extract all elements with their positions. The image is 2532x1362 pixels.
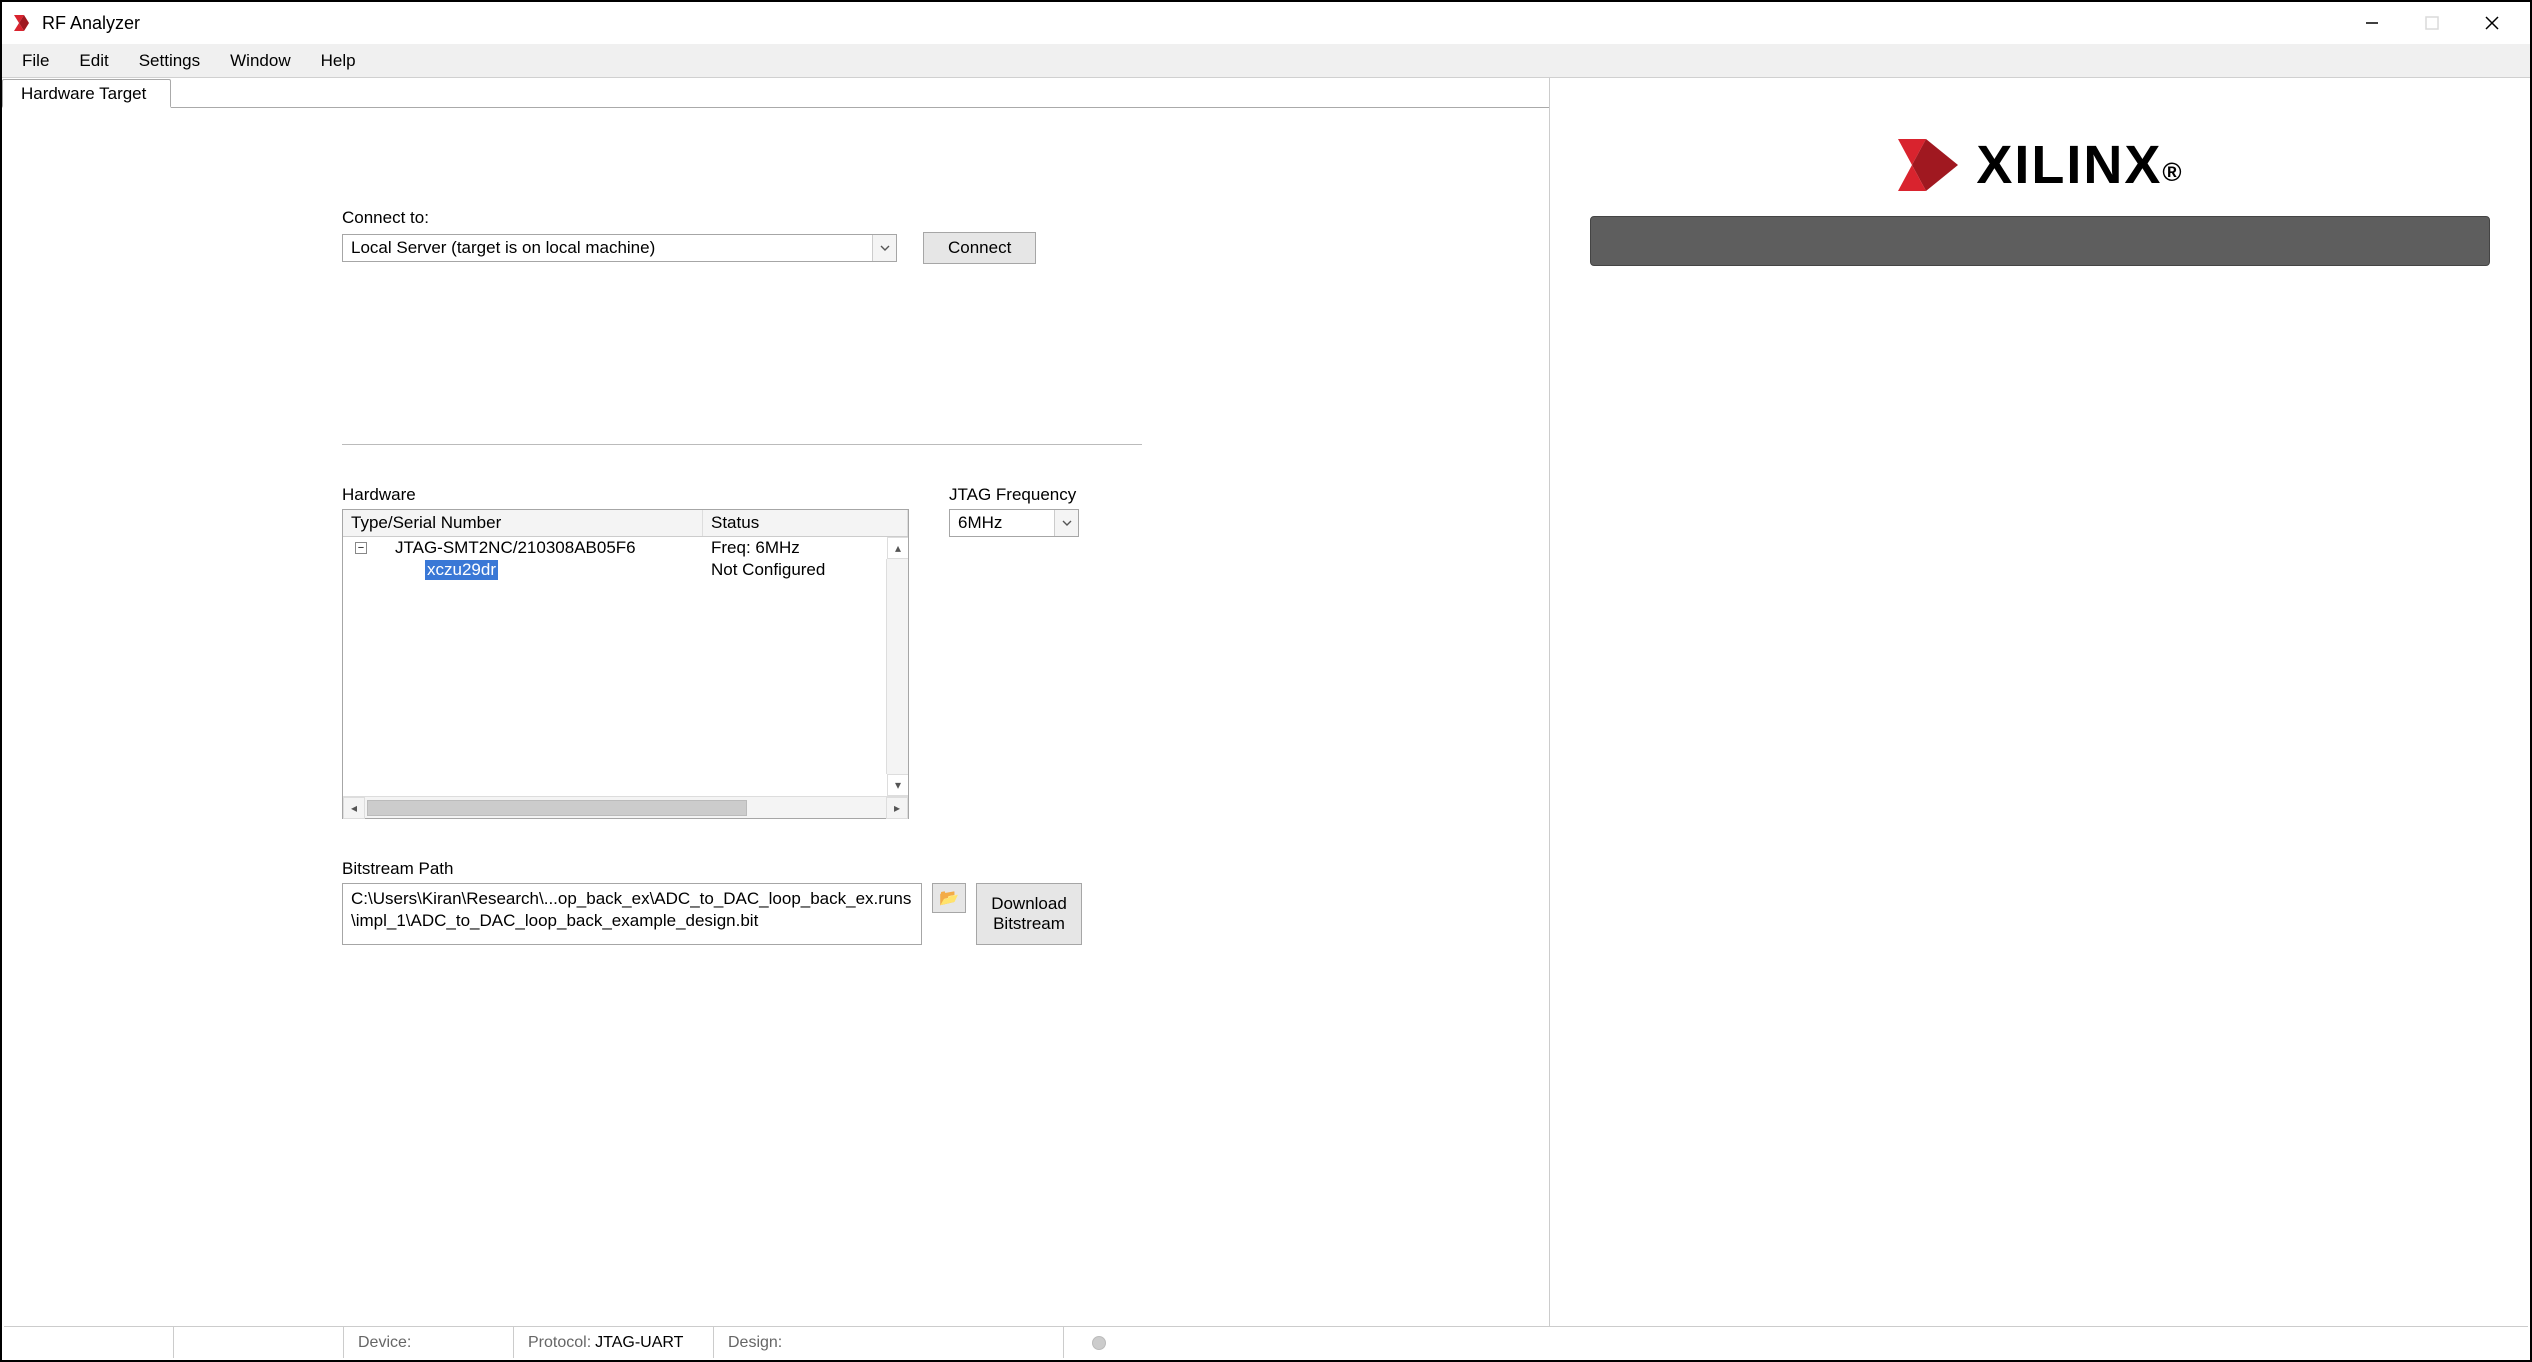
hardware-col-type[interactable]: Type/Serial Number bbox=[343, 510, 703, 536]
menu-edit[interactable]: Edit bbox=[65, 47, 122, 75]
vertical-scrollbar[interactable]: ▴ ▾ bbox=[886, 559, 908, 774]
scroll-down-icon[interactable]: ▾ bbox=[887, 774, 908, 796]
left-pane: Hardware Target Connect to: Local Server… bbox=[2, 78, 1550, 1328]
menu-settings[interactable]: Settings bbox=[125, 47, 214, 75]
menu-file[interactable]: File bbox=[8, 47, 63, 75]
connect-button[interactable]: Connect bbox=[923, 232, 1036, 264]
status-empty-1 bbox=[4, 1327, 174, 1358]
scroll-thumb[interactable] bbox=[367, 800, 747, 816]
menu-bar: File Edit Settings Window Help bbox=[2, 44, 2530, 78]
close-button[interactable] bbox=[2462, 2, 2522, 44]
scroll-left-icon[interactable]: ◂ bbox=[343, 797, 365, 819]
status-protocol: Protocol: JTAG-UART bbox=[514, 1327, 714, 1358]
jtag-value: 6MHz bbox=[958, 513, 1002, 533]
status-design: Design: bbox=[714, 1327, 1064, 1358]
separator bbox=[342, 444, 1142, 445]
minimize-button[interactable] bbox=[2342, 2, 2402, 44]
download-bitstream-button[interactable]: Download Bitstream bbox=[976, 883, 1082, 945]
tab-hardware-target[interactable]: Hardware Target bbox=[2, 79, 171, 108]
status-banner bbox=[1590, 216, 2490, 266]
chevron-down-icon bbox=[872, 235, 896, 261]
tree-collapse-icon[interactable]: − bbox=[355, 542, 367, 554]
browse-button[interactable]: 📂 bbox=[932, 883, 966, 913]
connect-select-value: Local Server (target is on local machine… bbox=[351, 238, 655, 258]
chevron-down-icon bbox=[1054, 510, 1078, 536]
connect-select[interactable]: Local Server (target is on local machine… bbox=[342, 234, 897, 262]
status-empty-2 bbox=[174, 1327, 344, 1358]
status-dot-icon bbox=[1092, 1336, 1106, 1350]
hardware-table[interactable]: Type/Serial Number Status − JTAG-SMT2NC/… bbox=[342, 509, 909, 819]
right-pane: XILINX® bbox=[1550, 78, 2530, 1328]
hw-row1-status: Not Configured bbox=[703, 559, 908, 581]
jtag-label: JTAG Frequency bbox=[949, 485, 1079, 505]
menu-help[interactable]: Help bbox=[307, 47, 370, 75]
status-indicator-cell bbox=[1064, 1327, 2528, 1358]
table-row[interactable]: xczu29dr Not Configured bbox=[343, 559, 908, 581]
bitstream-path-field[interactable]: C:\Users\Kiran\Research\...op_back_ex\AD… bbox=[342, 883, 922, 945]
status-device: Device: bbox=[344, 1327, 514, 1358]
tab-strip: Hardware Target bbox=[2, 78, 1549, 108]
title-bar: RF Analyzer bbox=[2, 2, 2530, 44]
horizontal-scrollbar[interactable]: ◂ ▸ bbox=[343, 796, 908, 818]
maximize-button[interactable] bbox=[2402, 2, 2462, 44]
brand-name: XILINX bbox=[1976, 135, 2162, 195]
jtag-frequency-select[interactable]: 6MHz bbox=[949, 509, 1079, 537]
hw-row0-status: Freq: 6MHz bbox=[703, 537, 908, 559]
folder-open-icon: 📂 bbox=[939, 888, 959, 908]
hardware-col-status[interactable]: Status bbox=[703, 510, 908, 536]
app-icon bbox=[10, 11, 34, 35]
download-l2: Bitstream bbox=[993, 914, 1065, 934]
hw-row1-type: xczu29dr bbox=[425, 560, 498, 580]
window-title: RF Analyzer bbox=[42, 13, 140, 34]
menu-window[interactable]: Window bbox=[216, 47, 304, 75]
bitstream-label: Bitstream Path bbox=[342, 859, 1209, 879]
scroll-up-icon[interactable]: ▴ bbox=[887, 537, 908, 559]
status-bar: Device: Protocol: JTAG-UART Design: bbox=[4, 1326, 2528, 1358]
hardware-label: Hardware bbox=[342, 485, 909, 505]
download-l1: Download bbox=[991, 894, 1067, 914]
scroll-right-icon[interactable]: ▸ bbox=[886, 797, 908, 819]
table-row[interactable]: − JTAG-SMT2NC/210308AB05F6 Freq: 6MHz bbox=[343, 537, 908, 559]
hw-row0-type: JTAG-SMT2NC/210308AB05F6 bbox=[395, 538, 636, 558]
connect-label: Connect to: bbox=[342, 208, 1209, 228]
xilinx-logo: XILINX® bbox=[1896, 134, 2183, 196]
